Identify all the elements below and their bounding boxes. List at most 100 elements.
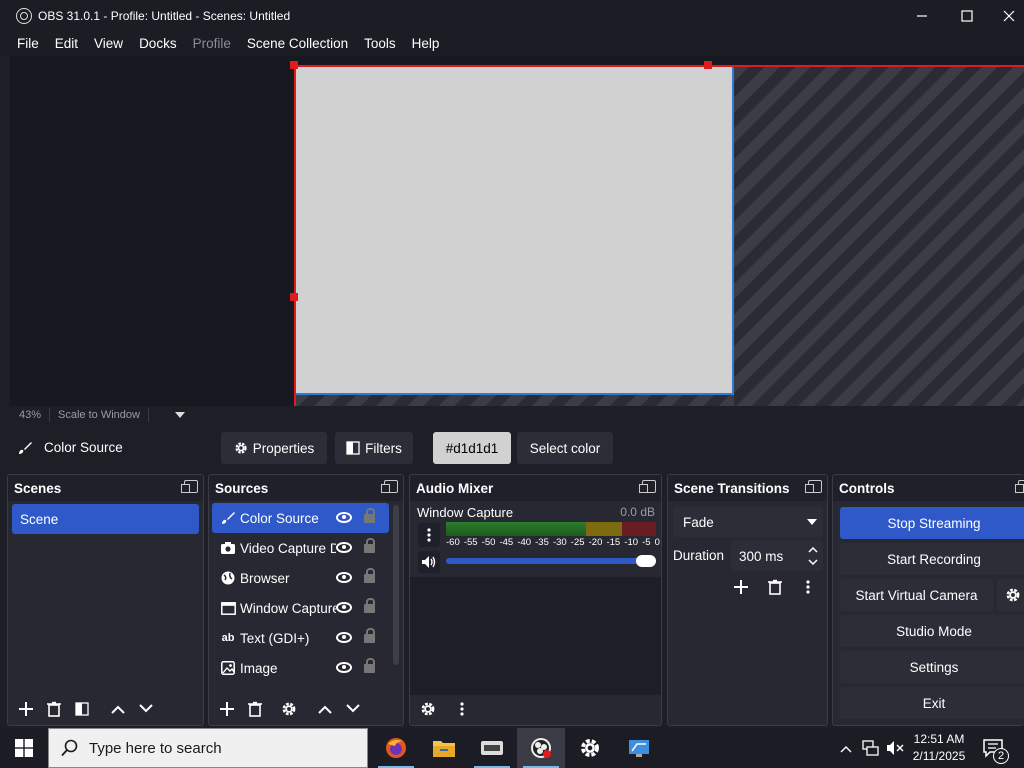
- volume-muted-icon[interactable]: [886, 740, 904, 759]
- menu-profile: Profile: [192, 36, 231, 51]
- resize-handle-middle-left[interactable]: [290, 293, 298, 301]
- scale-mode[interactable]: Scale to Window: [58, 409, 140, 421]
- source-properties-button[interactable]: [275, 695, 303, 723]
- taskbar-file-explorer[interactable]: [420, 728, 468, 768]
- filters-button[interactable]: Filters: [335, 432, 413, 464]
- add-transition-button[interactable]: [727, 573, 755, 601]
- source-item-window-capture[interactable]: Window Capture: [212, 593, 389, 623]
- scale-dropdown-icon[interactable]: [174, 412, 185, 418]
- add-source-button[interactable]: [213, 695, 241, 723]
- undock-icon[interactable]: [639, 480, 656, 493]
- settings-button[interactable]: Settings: [840, 651, 1024, 683]
- taskbar-app-keyboard[interactable]: [468, 728, 516, 768]
- start-button[interactable]: [0, 728, 48, 768]
- channel-menu-button[interactable]: [418, 523, 440, 547]
- visibility-eye-icon[interactable]: [336, 572, 352, 583]
- preview-area[interactable]: [10, 56, 1024, 406]
- sources-scrollbar[interactable]: [393, 505, 399, 665]
- source-item-browser[interactable]: Browser: [212, 563, 389, 593]
- lock-icon[interactable]: [364, 628, 375, 643]
- minimize-icon: [917, 14, 927, 17]
- duration-spinbox[interactable]: 300 ms: [731, 541, 823, 571]
- move-scene-up-button[interactable]: [104, 695, 132, 723]
- advanced-audio-button[interactable]: [414, 695, 442, 723]
- taskbar-firefox[interactable]: [372, 728, 420, 768]
- source-item-text[interactable]: ab Text (GDI+): [212, 623, 389, 653]
- transition-menu-button[interactable]: [794, 573, 822, 601]
- lock-icon[interactable]: [364, 538, 375, 553]
- taskbar-obs[interactable]: [517, 728, 565, 768]
- menu-view[interactable]: View: [86, 36, 131, 51]
- select-color-button[interactable]: Select color: [517, 432, 613, 464]
- menu-tools[interactable]: Tools: [356, 36, 404, 51]
- undock-icon[interactable]: [805, 480, 822, 493]
- properties-button[interactable]: Properties: [221, 432, 327, 464]
- exit-button[interactable]: Exit: [840, 687, 1024, 719]
- source-item-image[interactable]: Image: [212, 653, 389, 683]
- menu-docks[interactable]: Docks: [131, 36, 185, 51]
- mixer-menu-button[interactable]: [448, 695, 476, 723]
- chevron-up-icon[interactable]: [840, 741, 852, 756]
- trash-icon: [768, 579, 782, 595]
- transition-select[interactable]: Fade: [673, 507, 823, 537]
- controls-header: Controls: [833, 475, 1024, 501]
- selected-source-label: Color Source: [18, 440, 123, 455]
- source-item-color-source[interactable]: Color Source: [212, 503, 389, 533]
- visibility-eye-icon[interactable]: [336, 602, 352, 613]
- start-recording-button[interactable]: Start Recording: [840, 543, 1024, 575]
- lock-icon[interactable]: [364, 658, 375, 673]
- remove-transition-button[interactable]: [761, 573, 789, 601]
- lock-icon[interactable]: [364, 568, 375, 583]
- start-virtual-camera-button[interactable]: Start Virtual Camera: [840, 579, 993, 611]
- volume-slider-handle[interactable]: [636, 555, 656, 567]
- resize-handle-top-center[interactable]: [704, 61, 712, 69]
- menu-file[interactable]: File: [9, 36, 47, 51]
- source-item-video-capture[interactable]: Video Capture Device: [212, 533, 389, 563]
- gear-icon: [581, 739, 599, 757]
- remove-scene-button[interactable]: [40, 695, 68, 723]
- resize-handle-top-left[interactable]: [290, 61, 298, 69]
- undock-icon[interactable]: [1015, 480, 1024, 493]
- remove-source-button[interactable]: [241, 695, 269, 723]
- studio-mode-button[interactable]: Studio Mode: [840, 615, 1024, 647]
- menu-scene-collection[interactable]: Scene Collection: [239, 36, 356, 51]
- visibility-eye-icon[interactable]: [336, 512, 352, 523]
- menu-edit[interactable]: Edit: [47, 36, 86, 51]
- taskbar-remote-desktop[interactable]: [615, 728, 663, 768]
- minimize-button[interactable]: [899, 0, 945, 31]
- mute-button[interactable]: [418, 551, 440, 573]
- menu-help[interactable]: Help: [404, 36, 448, 51]
- system-clock[interactable]: 12:51 AM 2/11/2025: [906, 731, 972, 765]
- close-button[interactable]: [986, 0, 1024, 31]
- taskbar-settings[interactable]: [566, 728, 614, 768]
- plus-icon: [19, 702, 33, 716]
- move-scene-down-button[interactable]: [132, 695, 160, 723]
- meter-scale: -60 -55 -50 -45 -40 -35 -30 -25 -20 -15 -10 -5 0: [446, 537, 660, 548]
- lock-icon[interactable]: [364, 598, 375, 613]
- preview-canvas[interactable]: [296, 67, 734, 395]
- lock-icon[interactable]: [364, 508, 375, 523]
- network-icon[interactable]: [862, 740, 880, 759]
- mixer-channel: Window Capture 0.0 dB -60 -55 -50 -45 -40 -35…: [410, 501, 661, 577]
- visibility-eye-icon[interactable]: [336, 662, 352, 673]
- add-scene-button[interactable]: [12, 695, 40, 723]
- virtual-camera-settings-button[interactable]: [997, 579, 1024, 611]
- chevron-down-icon: [139, 704, 153, 713]
- scene-filters-button[interactable]: [68, 695, 96, 723]
- windows-taskbar: Type here to search 12:51 AM 2/11/2025 2: [0, 728, 1024, 768]
- scene-transitions-dock: Scene Transitions Fade Duration 300 ms: [667, 474, 828, 726]
- stop-streaming-button[interactable]: Stop Streaming: [840, 507, 1024, 539]
- obs-icon: [531, 738, 551, 758]
- move-source-down-button[interactable]: [339, 695, 367, 723]
- maximize-button[interactable]: [944, 0, 990, 31]
- taskbar-search[interactable]: Type here to search: [48, 728, 368, 768]
- move-source-up-button[interactable]: [311, 695, 339, 723]
- maximize-icon: [961, 9, 973, 22]
- undock-icon[interactable]: [381, 480, 398, 493]
- vertical-dots-icon: [806, 580, 810, 594]
- scene-item[interactable]: Scene: [12, 504, 199, 534]
- volume-slider[interactable]: [446, 558, 656, 564]
- visibility-eye-icon[interactable]: [336, 632, 352, 643]
- visibility-eye-icon[interactable]: [336, 542, 352, 553]
- undock-icon[interactable]: [181, 480, 198, 493]
